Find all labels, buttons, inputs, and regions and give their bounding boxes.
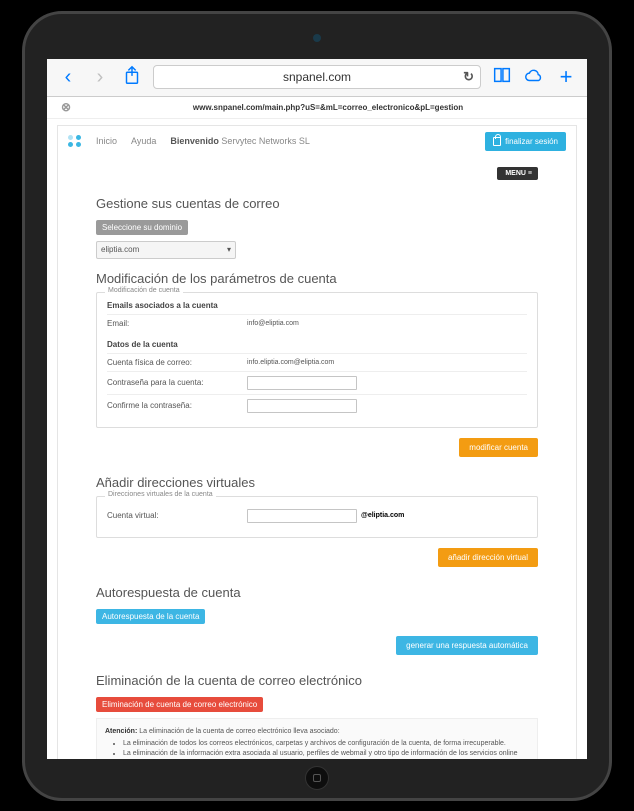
nav-home[interactable]: Inicio <box>96 136 117 146</box>
section-auto-title: Autorespuesta de cuenta <box>96 585 538 600</box>
row-physical: Cuenta física de correo: info.eliptia.co… <box>107 353 527 371</box>
physical-label: Cuenta física de correo: <box>107 358 247 367</box>
url-bar[interactable]: snpanel.com ↻ <box>153 65 481 89</box>
forward-button: › <box>89 67 111 87</box>
delete-warning: Atención: La eliminación de la cuenta de… <box>96 718 538 759</box>
back-button[interactable]: ‹ <box>57 67 79 87</box>
cloud-icon[interactable] <box>523 64 545 90</box>
row-confirm: Confirme la contraseña: <box>107 394 527 417</box>
domain-select[interactable]: eliptia.com ▾ <box>96 241 236 259</box>
section-modify-title: Modificación de los parámetros de cuenta <box>96 271 538 286</box>
row-email: Email: info@eliptia.com <box>107 314 527 332</box>
warn-list: La eliminación de todos los correos elec… <box>123 739 529 758</box>
section-virtual-title: Añadir direcciones virtuales <box>96 475 538 490</box>
app-panel: Inicio Ayuda Bienvenido Servytec Network… <box>57 125 577 759</box>
virtual-fieldset: Direcciones virtuales de la cuenta Cuent… <box>96 496 538 538</box>
app-header: Inicio Ayuda Bienvenido Servytec Network… <box>58 126 576 157</box>
delete-badge: Eliminación de cuenta de correo electrón… <box>96 697 263 712</box>
auto-badge: Autorespuesta de la cuenta <box>96 609 205 624</box>
row-password: Contraseña para la cuenta: <box>107 371 527 394</box>
camera-dot <box>313 34 321 42</box>
url-domain: snpanel.com <box>283 70 351 84</box>
add-virtual-button[interactable]: añadir dirección virtual <box>438 548 538 567</box>
new-tab-button[interactable]: + <box>555 66 577 88</box>
warn-label: Atención: <box>105 728 137 735</box>
section-manage-title: Gestione sus cuentas de correo <box>96 196 538 211</box>
reload-icon[interactable]: ↻ <box>463 69 474 85</box>
welcome-text: Bienvenido Servytec Networks SL <box>170 136 310 146</box>
modify-button[interactable]: modificar cuenta <box>459 438 538 457</box>
modify-legend: Modificación de cuenta <box>105 287 183 294</box>
virtual-label: Cuenta virtual: <box>107 511 247 520</box>
tablet-frame: ‹ › snpanel.com ↻ + ⊗ www.snpanel.com/ma… <box>22 11 612 801</box>
chevron-down-icon: ▾ <box>227 245 231 254</box>
lock-icon <box>493 137 501 146</box>
row-virtual: Cuenta virtual: @eliptia.com <box>107 503 527 527</box>
virtual-legend: Direcciones virtuales de la cuenta <box>105 491 216 498</box>
home-button[interactable] <box>305 766 329 790</box>
email-label: Email: <box>107 319 247 328</box>
email-value: info@eliptia.com <box>247 320 527 327</box>
confirm-label: Confirme la contraseña: <box>107 401 247 410</box>
virtual-suffix: @eliptia.com <box>361 512 404 519</box>
page-content: Inicio Ayuda Bienvenido Servytec Network… <box>47 119 587 759</box>
close-tab-icon[interactable]: ⊗ <box>61 100 71 114</box>
confirm-input[interactable] <box>247 399 357 413</box>
warn-item: La eliminación de la información extra a… <box>123 749 529 758</box>
domain-select-label: Seleccione su dominio <box>96 220 188 235</box>
book-icon[interactable] <box>491 64 513 90</box>
warn-item: La eliminación de todos los correos elec… <box>123 739 529 749</box>
nav-help[interactable]: Ayuda <box>131 136 156 146</box>
physical-value: info.eliptia.com@eliptia.com <box>247 359 527 366</box>
modify-fieldset: Modificación de cuenta Emails asociados … <box>96 292 538 428</box>
auto-generate-button[interactable]: generar una respuesta automática <box>396 636 538 655</box>
share-icon[interactable] <box>121 64 143 90</box>
screen: ‹ › snpanel.com ↻ + ⊗ www.snpanel.com/ma… <box>47 59 587 759</box>
logo-icon <box>68 135 82 147</box>
logout-button[interactable]: finalizar sesión <box>485 132 566 151</box>
data-title: Datos de la cuenta <box>107 340 527 349</box>
password-label: Contraseña para la cuenta: <box>107 378 247 387</box>
tab-bar: ⊗ www.snpanel.com/main.php?uS=&mL=correo… <box>47 97 587 119</box>
password-input[interactable] <box>247 376 357 390</box>
app-body: MENU Gestione sus cuentas de correo Sele… <box>58 157 576 759</box>
warn-text: La eliminación de la cuenta de correo el… <box>139 728 339 735</box>
menu-button[interactable]: MENU <box>497 167 538 180</box>
section-delete-title: Eliminación de la cuenta de correo elect… <box>96 673 538 688</box>
browser-toolbar: ‹ › snpanel.com ↻ + <box>47 59 587 97</box>
virtual-input[interactable] <box>247 509 357 523</box>
emails-title: Emails asociados a la cuenta <box>107 301 527 310</box>
tab-url: www.snpanel.com/main.php?uS=&mL=correo_e… <box>83 103 573 112</box>
